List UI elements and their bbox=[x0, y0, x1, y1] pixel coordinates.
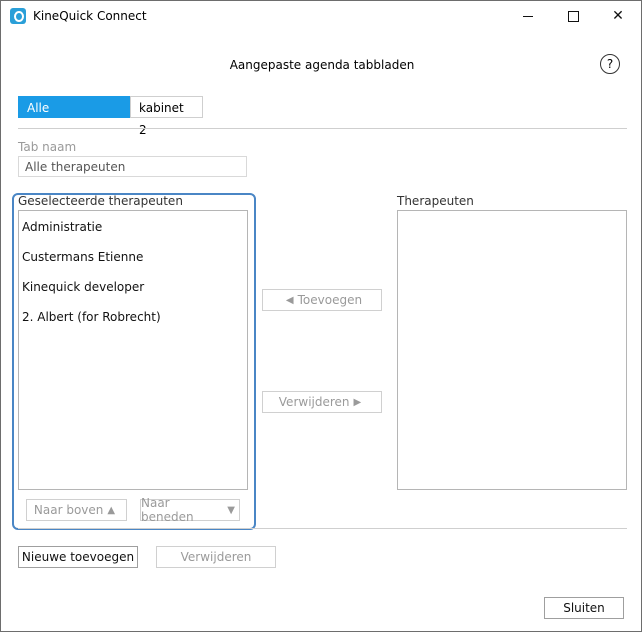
maximize-button[interactable] bbox=[550, 1, 596, 31]
title-bar[interactable]: KineQuick Connect ✕ bbox=[1, 1, 641, 31]
list-item[interactable]: Kinequick developer bbox=[22, 280, 144, 294]
list-item[interactable]: Custermans Etienne bbox=[22, 250, 143, 264]
help-button[interactable]: ? bbox=[600, 54, 620, 74]
close-button[interactable]: Sluiten bbox=[544, 597, 624, 619]
maximize-icon bbox=[567, 10, 579, 22]
move-up-label: Naar boven bbox=[33, 503, 104, 517]
minimize-icon bbox=[523, 15, 533, 17]
tab-kabinet-2[interactable]: kabinet 2 bbox=[130, 96, 203, 137]
tab-alle-therapeuten[interactable]: Alle therapeuten bbox=[18, 96, 130, 137]
divider-top bbox=[18, 128, 627, 129]
window-title: KineQuick Connect bbox=[33, 9, 147, 23]
move-down-label: Naar beneden bbox=[141, 496, 194, 524]
arrow-up-icon: ▲ bbox=[107, 504, 116, 516]
add-therapist-button[interactable]: ◀ Toevoegen bbox=[262, 289, 382, 311]
app-window: KineQuick Connect ✕ Aangepaste agenda ta… bbox=[0, 0, 642, 632]
close-icon: ✕ bbox=[612, 8, 624, 24]
new-tab-button[interactable]: Nieuwe toevoegen bbox=[18, 546, 138, 568]
therapists-list[interactable] bbox=[397, 210, 627, 490]
page-title: Aangepaste agenda tabbladen bbox=[229, 58, 415, 72]
list-item[interactable]: 2. Albert (for Robrecht) bbox=[22, 310, 161, 324]
move-down-button[interactable]: Naar beneden ▼ bbox=[140, 496, 240, 524]
remove-therapist-label: Verwijderen bbox=[278, 395, 350, 409]
minimize-button[interactable] bbox=[505, 1, 551, 31]
selected-therapists-list[interactable]: Administratie Custermans Etienne Kinequi… bbox=[18, 210, 248, 490]
move-up-button[interactable]: Naar boven ▲ bbox=[26, 499, 127, 521]
therapists-label: Therapeuten bbox=[397, 194, 474, 208]
close-window-button[interactable]: ✕ bbox=[595, 1, 641, 31]
arrow-down-icon: ▼ bbox=[227, 504, 235, 516]
tab-name-input[interactable]: Alle therapeuten bbox=[18, 156, 247, 177]
selected-therapists-label: Geselecteerde therapeuten bbox=[18, 194, 183, 208]
remove-therapist-button[interactable]: Verwijderen ▶ bbox=[262, 391, 382, 413]
add-therapist-label: Toevoegen bbox=[297, 293, 363, 307]
delete-tab-button[interactable]: Verwijderen bbox=[156, 546, 276, 568]
arrow-left-icon: ◀ bbox=[285, 294, 294, 306]
app-logo-icon bbox=[10, 8, 26, 24]
tab-name-label: Tab naam bbox=[18, 140, 77, 154]
divider-bottom bbox=[18, 528, 627, 529]
arrow-right-icon: ▶ bbox=[353, 396, 362, 408]
list-item[interactable]: Administratie bbox=[22, 220, 102, 234]
